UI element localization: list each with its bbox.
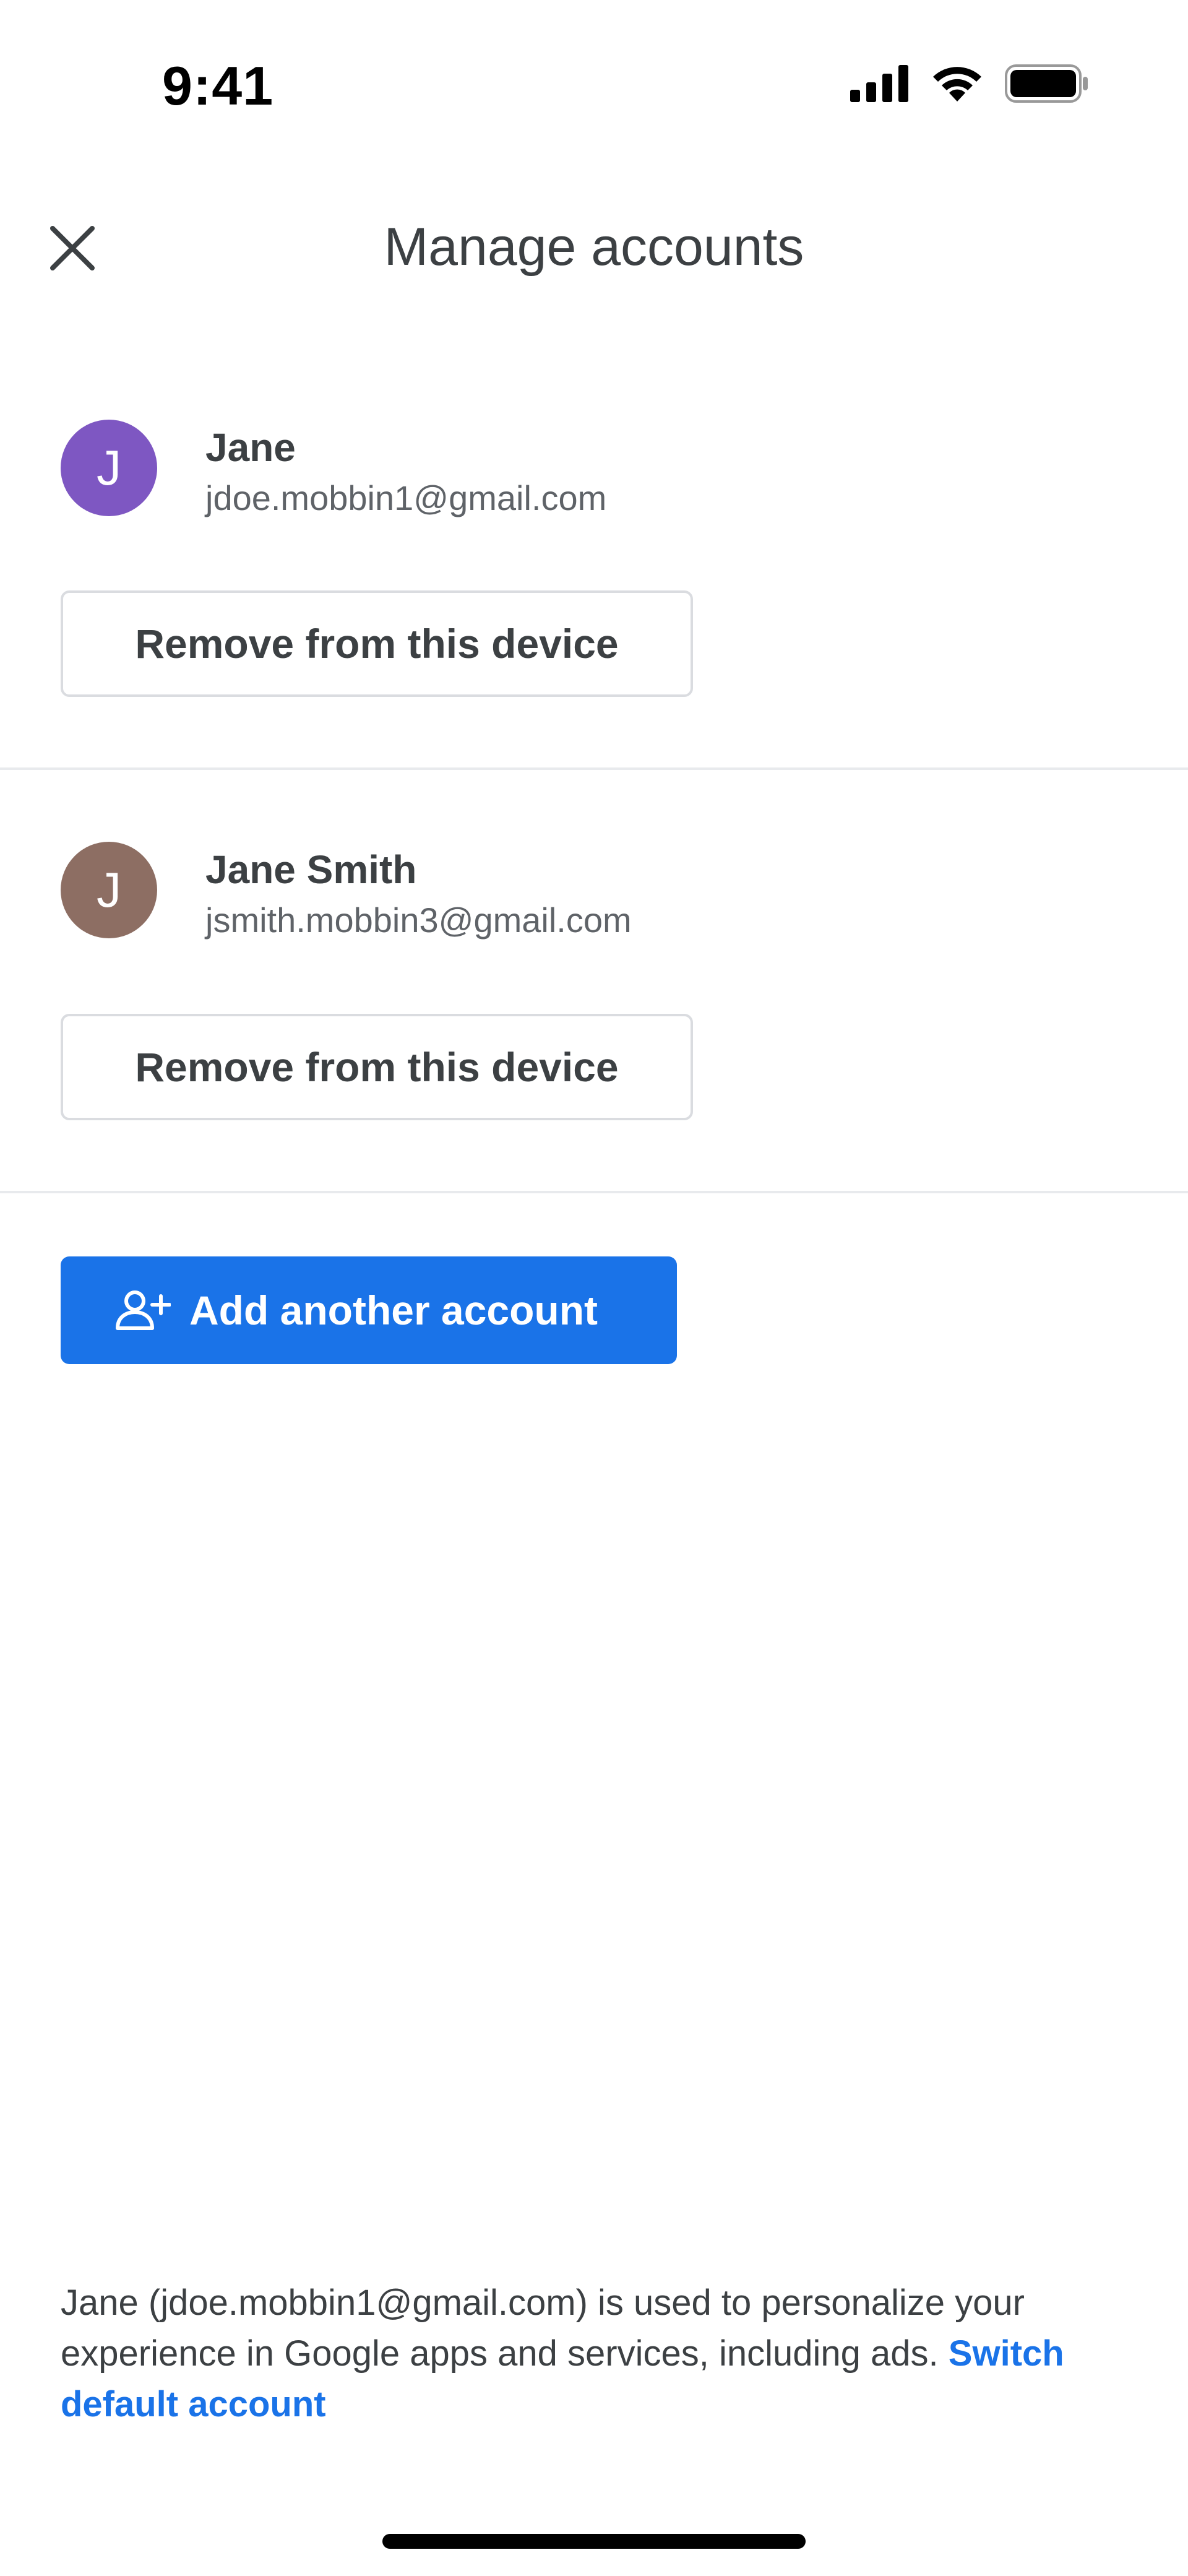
status-icons bbox=[850, 64, 1089, 106]
add-account-label: Add another account bbox=[189, 1287, 598, 1333]
status-bar: 9:41 bbox=[0, 0, 1188, 161]
avatar: J bbox=[61, 420, 157, 516]
add-person-icon bbox=[115, 1282, 171, 1338]
default-account-text: Jane (jdoe.mobbin1@gmail.com) is used to… bbox=[61, 2283, 1025, 2374]
remove-account-button[interactable]: Remove from this device bbox=[61, 590, 693, 697]
account-name: Jane Smith bbox=[205, 847, 417, 892]
account-item: J Jane Smith jsmith.mobbin3@gmail.com Re… bbox=[0, 770, 1188, 1191]
remove-account-button[interactable]: Remove from this device bbox=[61, 1014, 693, 1120]
status-time: 9:41 bbox=[162, 55, 274, 116]
add-account-button[interactable]: Add another account bbox=[61, 1256, 677, 1364]
default-account-note: Jane (jdoe.mobbin1@gmail.com) is used to… bbox=[61, 2278, 1131, 2430]
home-indicator[interactable] bbox=[382, 2534, 806, 2549]
header: Manage accounts bbox=[0, 204, 1188, 291]
avatar: J bbox=[61, 842, 157, 938]
account-email: jsmith.mobbin3@gmail.com bbox=[205, 901, 632, 940]
wifi-icon bbox=[931, 64, 984, 106]
battery-icon bbox=[1005, 64, 1089, 106]
divider bbox=[0, 1191, 1188, 1193]
cellular-signal-icon bbox=[850, 65, 910, 105]
manage-accounts-screen: 9:41 Manage accounts J Jane jdoe.mobbin1… bbox=[0, 0, 1188, 2576]
account-name: Jane bbox=[205, 425, 296, 470]
account-item: J Jane jdoe.mobbin1@gmail.com Remove fro… bbox=[0, 408, 1188, 767]
account-email: jdoe.mobbin1@gmail.com bbox=[205, 478, 607, 517]
page-title: Manage accounts bbox=[384, 217, 804, 277]
